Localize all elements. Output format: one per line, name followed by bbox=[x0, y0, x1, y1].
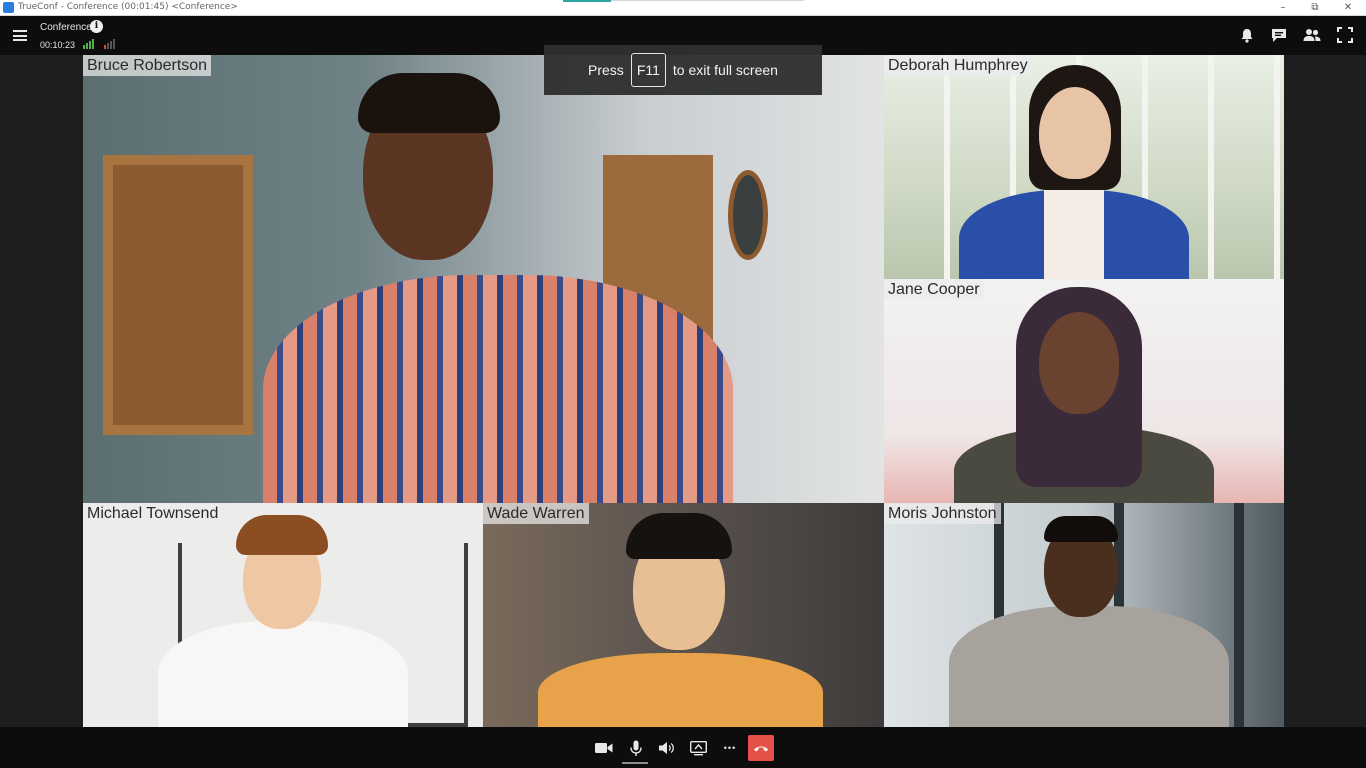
signal-low-icon bbox=[104, 38, 117, 49]
video-tile-main[interactable]: Bruce Robertson bbox=[83, 55, 884, 503]
signal-good-icon bbox=[83, 38, 96, 49]
chat-icon[interactable] bbox=[1270, 26, 1288, 44]
video-tile-4[interactable]: Michael Townsend bbox=[83, 503, 483, 727]
minimize-button[interactable]: – bbox=[1268, 0, 1298, 15]
fullscreen-hint-toast: Press F11 to exit full screen bbox=[544, 45, 822, 95]
info-icon[interactable]: i bbox=[90, 20, 103, 33]
call-controls-bar: ••• bbox=[0, 727, 1366, 768]
participant-name: Moris Johnston bbox=[884, 503, 1001, 524]
conference-title: Conference bbox=[40, 22, 92, 33]
title-accent-line bbox=[563, 0, 611, 2]
toast-suffix: to exit full screen bbox=[672, 62, 778, 78]
participant-name: Michael Townsend bbox=[83, 503, 223, 524]
close-window-button[interactable]: ✕ bbox=[1333, 0, 1363, 15]
video-tile-3[interactable]: Jane Cooper bbox=[884, 279, 1284, 503]
participant-figure bbox=[944, 511, 1244, 727]
title-divider-line bbox=[611, 0, 804, 1]
participant-name: Wade Warren bbox=[483, 503, 589, 524]
participant-figure bbox=[944, 287, 1224, 503]
video-tile-5[interactable]: Wade Warren bbox=[483, 503, 884, 727]
fullscreen-exit-icon[interactable] bbox=[1336, 26, 1354, 44]
participant-figure bbox=[158, 511, 418, 727]
window-title: TrueConf - Conference (00:01:45) <Confer… bbox=[18, 2, 238, 12]
toast-key: F11 bbox=[630, 53, 666, 87]
window-title-bar: TrueConf - Conference (00:01:45) <Confer… bbox=[0, 0, 1366, 16]
restore-button[interactable]: ⧉ bbox=[1300, 0, 1330, 15]
video-tile-2[interactable]: Deborah Humphrey bbox=[884, 55, 1284, 279]
speaker-icon[interactable] bbox=[655, 736, 679, 760]
more-icon[interactable]: ••• bbox=[718, 736, 742, 760]
video-tile-6[interactable]: Moris Johnston bbox=[884, 503, 1284, 727]
participants-icon[interactable] bbox=[1303, 26, 1321, 44]
bell-icon[interactable] bbox=[1238, 26, 1256, 44]
hang-up-icon[interactable] bbox=[748, 735, 774, 761]
camera-icon[interactable] bbox=[592, 736, 616, 760]
trueconf-app-icon bbox=[3, 2, 14, 13]
conference-timer: 00:10:23 bbox=[40, 40, 76, 50]
participant-figure bbox=[203, 65, 823, 503]
participant-figure bbox=[954, 65, 1214, 279]
participant-figure bbox=[538, 508, 828, 727]
toast-prefix: Press bbox=[588, 62, 624, 78]
participant-name: Jane Cooper bbox=[884, 279, 984, 300]
microphone-icon[interactable] bbox=[622, 736, 648, 764]
participant-name: Bruce Robertson bbox=[83, 55, 212, 76]
participant-name: Deborah Humphrey bbox=[884, 55, 1032, 76]
share-screen-icon[interactable] bbox=[686, 736, 710, 760]
menu-icon[interactable] bbox=[13, 30, 27, 41]
